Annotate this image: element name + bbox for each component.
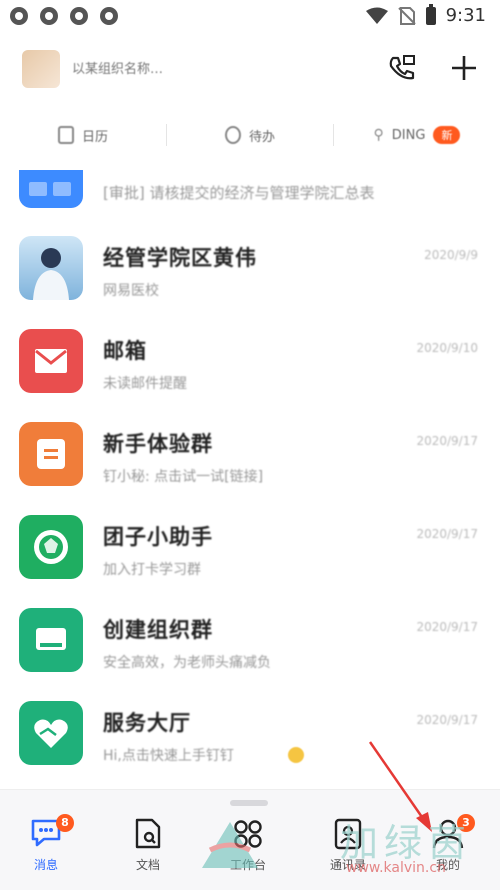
nav-mine[interactable]: 3 我的 [408, 814, 488, 880]
conversation-date: 2020/9/17 [416, 620, 478, 634]
group-avatar [19, 422, 83, 486]
ding-badge: 新 [433, 126, 461, 144]
robot-icon [34, 530, 68, 564]
ding-icon: ⚲ [373, 127, 384, 143]
nav-label: 消息 [33, 858, 58, 872]
nav-docs[interactable]: 文档 [108, 816, 188, 880]
calendar-tab[interactable]: 日历 [0, 126, 166, 145]
status-bar: 9:31 [0, 0, 500, 34]
nav-label: 通讯录 [329, 858, 366, 872]
conversation-preview: Hi,点击快速上手钉钉 [103, 748, 234, 764]
conversation-date: 2020/9/9 [424, 248, 478, 262]
calendar-tab-label: 日历 [81, 129, 108, 145]
list-item[interactable]: 新手体验群 钉小秘: 点击试一试[链接] 2020/9/17 [0, 406, 500, 500]
smile-emoji-icon [288, 747, 304, 763]
top-header: 以某组织名称… [0, 36, 500, 98]
drag-handle[interactable] [230, 800, 268, 806]
ding-tab-label: DING [391, 127, 426, 143]
document-icon [135, 818, 161, 849]
notification-icon [40, 7, 58, 25]
assistant-avatar [19, 515, 83, 579]
nav-workbench[interactable]: 工作台 [208, 816, 288, 880]
conversation-name: 经管学院区黄伟 [103, 246, 257, 270]
nav-label: 工作台 [229, 858, 266, 872]
document-icon [37, 439, 65, 469]
bottom-nav: 8 消息 文档 工作台 通讯录 3 我的 [0, 789, 500, 890]
nav-contacts[interactable]: 通讯录 [308, 816, 388, 880]
chat-group-icon [36, 628, 66, 650]
conversation-date: 2020/9/10 [416, 341, 478, 355]
wifi-icon [365, 7, 388, 24]
nav-label: 文档 [135, 858, 160, 872]
mine-badge: 3 [457, 814, 475, 832]
conversation-date: 2020/9/17 [416, 713, 478, 727]
conversation-date: 2020/9/17 [416, 527, 478, 541]
heart-hands-icon [34, 719, 68, 748]
conversation-date: 2020/9/17 [416, 434, 478, 448]
org-switcher[interactable]: 以某组织名称… [72, 58, 163, 77]
conversation-name: 团子小助手 [103, 525, 213, 549]
call-button[interactable] [384, 50, 420, 86]
phone-call-icon [389, 55, 415, 80]
list-item[interactable]: 邮箱 未读邮件提醒 2020/9/10 [0, 313, 500, 407]
nav-messages[interactable]: 8 消息 [6, 814, 86, 880]
clock: 9:31 [445, 5, 486, 26]
calendar-icon [57, 126, 74, 144]
mail-icon [35, 349, 67, 373]
list-item[interactable]: 创建组织群 安全高效，为老师头痛减负 2020/9/17 [0, 592, 500, 686]
ding-tab[interactable]: ⚲ DING 新 [334, 126, 500, 144]
conversation-preview: 网易医校 [103, 283, 159, 299]
conversation-name: 服务大厅 [103, 711, 191, 735]
todo-tab-label: 待办 [248, 129, 275, 145]
nav-label: 我的 [435, 858, 460, 872]
conversation-name: 创建组织群 [103, 618, 213, 642]
messages-badge: 8 [56, 814, 74, 832]
conversation-preview: 钉小秘: 点击试一试[链接] [103, 469, 264, 485]
battery-icon [425, 3, 436, 25]
person-photo-icon [33, 248, 69, 300]
list-item[interactable]: 团子小助手 加入打卡学习群 2020/9/17 [0, 499, 500, 593]
list-item-preview: [审批] 请核提交的经济与管理学院汇总表 [103, 184, 375, 202]
apps-grid-icon [234, 820, 262, 848]
notification-icon [70, 7, 88, 25]
add-button[interactable] [446, 50, 482, 86]
list-item[interactable]: 经管学院区黄伟 网易医校 2020/9/9 [0, 220, 500, 314]
todo-tab[interactable]: 待办 [167, 126, 333, 145]
plus-icon [452, 56, 476, 80]
conversation-preview: 安全高效，为老师头痛减负 [103, 655, 271, 671]
conversation-preview: 加入打卡学习群 [103, 562, 201, 578]
contacts-book-icon [334, 818, 362, 850]
todo-icon [224, 126, 241, 144]
notification-icon [100, 7, 118, 25]
no-sim-icon [397, 6, 416, 25]
list-item[interactable]: 服务大厅 Hi,点击快速上手钉钉 2020/9/17 [0, 685, 500, 779]
conversation-name: 邮箱 [103, 339, 147, 363]
quick-actions-row: 日历 待办 ⚲ DING 新 [0, 112, 500, 158]
list-item[interactable]: [审批] 请核提交的经济与管理学院汇总表 [0, 170, 500, 212]
service-hall-avatar [19, 701, 83, 765]
approval-avatar [19, 170, 83, 208]
conversation-name: 新手体验群 [103, 432, 213, 456]
org-avatar[interactable] [22, 50, 60, 88]
conversation-preview: 未读邮件提醒 [103, 376, 187, 392]
notification-icons [10, 7, 118, 25]
notification-icon [10, 7, 28, 25]
create-group-avatar [19, 608, 83, 672]
mail-avatar [19, 329, 83, 393]
contact-avatar [19, 236, 83, 300]
